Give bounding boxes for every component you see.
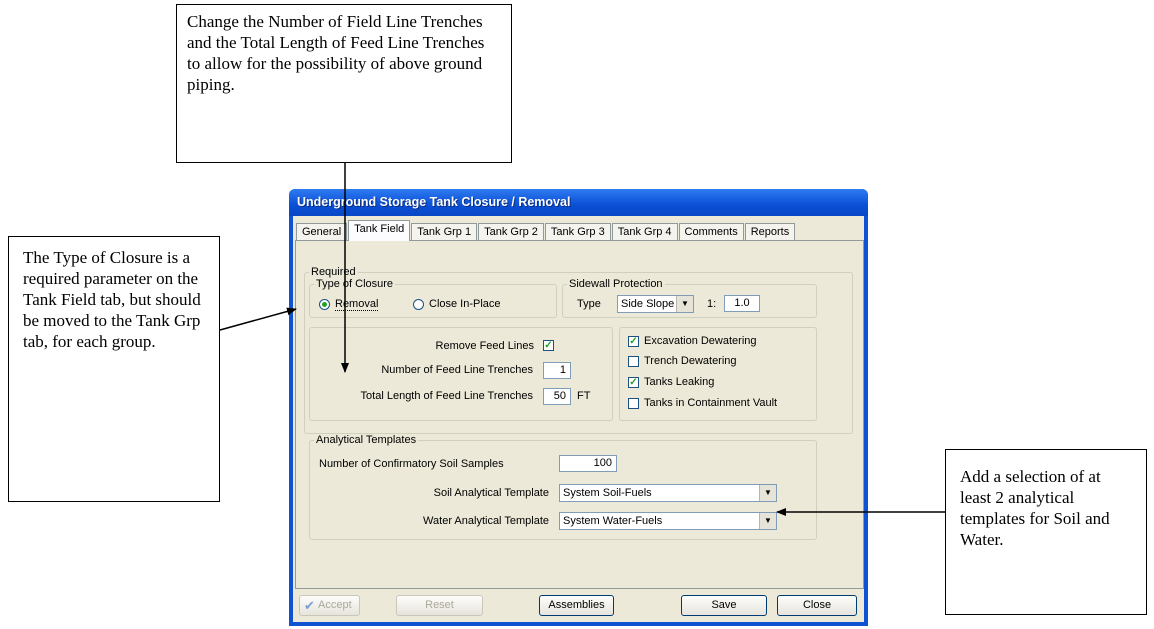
reset-label: Reset xyxy=(425,599,454,611)
callout-left: The Type of Closure is a required parame… xyxy=(8,236,220,502)
water-template-label: Water Analytical Template xyxy=(423,515,549,527)
tab-reports[interactable]: Reports xyxy=(744,223,796,241)
sidewall-protection-legend: Sidewall Protection xyxy=(569,278,663,290)
accept-label: Accept xyxy=(318,599,352,611)
trench-dewatering-checkbox[interactable] xyxy=(628,356,639,367)
window-title: Underground Storage Tank Closure / Remov… xyxy=(297,195,571,209)
trench-dewatering-label[interactable]: Trench Dewatering xyxy=(644,355,737,367)
analytical-templates-legend: Analytical Templates xyxy=(316,434,417,446)
confirmatory-samples-label: Number of Confirmatory Soil Samples xyxy=(319,458,504,470)
remove-feed-lines-label: Remove Feed Lines xyxy=(435,340,534,352)
confirmatory-samples-input[interactable]: 100 xyxy=(559,455,617,472)
required-legend: Required xyxy=(311,266,356,278)
callout-top: Change the Number of Field Line Trenches… xyxy=(176,4,512,163)
sidewall-type-value: Side Slope xyxy=(621,298,675,310)
tab-strip: General Tank Field Tank Grp 1 Tank Grp 2… xyxy=(296,220,796,241)
sidewall-ratio-input[interactable]: 1.0 xyxy=(724,295,760,312)
tanks-leaking-label[interactable]: Tanks Leaking xyxy=(644,376,714,388)
callout-left-text: The Type of Closure is a required parame… xyxy=(23,248,201,351)
accept-button[interactable]: ✔ Accept xyxy=(299,595,360,616)
callout-right: Add a selection of at least 2 analytical… xyxy=(945,449,1147,615)
total-length-unit: FT xyxy=(577,390,591,402)
containment-vault-checkbox[interactable] xyxy=(628,398,639,409)
containment-vault-label[interactable]: Tanks in Containment Vault xyxy=(644,397,777,409)
excavation-dewatering-checkbox[interactable]: ✓ xyxy=(628,336,639,347)
callout-right-text: Add a selection of at least 2 analytical… xyxy=(960,467,1110,549)
type-of-closure-legend: Type of Closure xyxy=(316,278,394,290)
removal-label[interactable]: Removal xyxy=(335,298,379,311)
callout-top-text: Change the Number of Field Line Trenches… xyxy=(187,12,485,94)
tab-panel-tank-field: Required Type of Closure Removal Close I… xyxy=(295,240,864,589)
tab-tank-grp-1[interactable]: Tank Grp 1 xyxy=(411,223,478,241)
save-label: Save xyxy=(711,599,737,611)
tab-comments[interactable]: Comments xyxy=(678,223,744,241)
feed-line-trenches-input[interactable]: 1 xyxy=(543,362,571,379)
water-template-value: System Water-Fuels xyxy=(563,515,663,527)
tab-tank-field[interactable]: Tank Field xyxy=(348,220,411,241)
title-bar[interactable]: Underground Storage Tank Closure / Remov… xyxy=(289,189,868,216)
excavation-dewatering-label[interactable]: Excavation Dewatering xyxy=(644,335,757,347)
tanks-leaking-checkbox[interactable]: ✓ xyxy=(628,377,639,388)
tab-tank-grp-3[interactable]: Tank Grp 3 xyxy=(544,223,611,241)
tab-general[interactable]: General xyxy=(296,223,348,241)
close-button[interactable]: Close xyxy=(777,595,857,616)
water-template-select[interactable]: System Water-Fuels ▼ xyxy=(559,512,777,530)
reset-button[interactable]: Reset xyxy=(396,595,483,616)
remove-feed-lines-checkbox[interactable]: ✓ xyxy=(543,340,554,351)
dropdown-arrow-icon[interactable]: ▼ xyxy=(759,513,776,529)
close-in-place-label[interactable]: Close In-Place xyxy=(429,298,501,310)
soil-template-value: System Soil-Fuels xyxy=(563,487,652,499)
dialog-window: Underground Storage Tank Closure / Remov… xyxy=(289,189,868,626)
save-button[interactable]: Save xyxy=(681,595,767,616)
dropdown-arrow-icon[interactable]: ▼ xyxy=(676,296,693,312)
assemblies-button[interactable]: Assemblies xyxy=(539,595,614,616)
check-icon: ✔ xyxy=(304,598,315,613)
sidewall-ratio-label: 1: xyxy=(707,298,717,310)
sidewall-type-label: Type xyxy=(577,298,601,310)
tab-tank-grp-2[interactable]: Tank Grp 2 xyxy=(478,223,544,241)
dialog-client: General Tank Field Tank Grp 1 Tank Grp 2… xyxy=(293,216,864,622)
sidewall-type-select[interactable]: Side Slope ▼ xyxy=(617,295,694,313)
soil-template-label: Soil Analytical Template xyxy=(433,487,549,499)
total-length-input[interactable]: 50 xyxy=(543,388,571,405)
soil-template-select[interactable]: System Soil-Fuels ▼ xyxy=(559,484,777,502)
assemblies-label: Assemblies xyxy=(548,599,605,611)
close-in-place-radio[interactable] xyxy=(413,299,424,310)
tab-tank-grp-4[interactable]: Tank Grp 4 xyxy=(611,223,678,241)
close-label: Close xyxy=(802,599,832,611)
feed-line-trenches-label: Number of Feed Line Trenches xyxy=(381,364,533,376)
dropdown-arrow-icon[interactable]: ▼ xyxy=(759,485,776,501)
removal-radio[interactable] xyxy=(319,299,330,310)
total-length-label: Total Length of Feed Line Trenches xyxy=(360,390,533,402)
arrow-left-to-closure xyxy=(219,307,297,331)
